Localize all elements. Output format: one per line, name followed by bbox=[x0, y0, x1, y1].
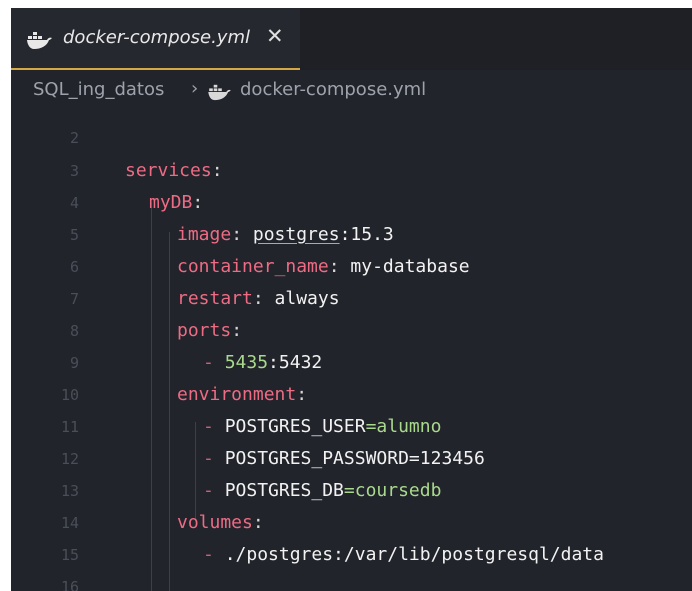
code-text: - POSTGRES_DB=coursedb bbox=[203, 480, 442, 501]
code-line: 10 environment: bbox=[11, 379, 692, 411]
code-editor[interactable]: 2 3 services: 4 myDB: 5 image: postgres:… bbox=[11, 112, 692, 591]
env-var-name: POSTGRES_DB bbox=[224, 480, 344, 501]
yaml-value: always bbox=[274, 288, 340, 309]
yaml-key: ports bbox=[177, 320, 232, 341]
code-line: 13 - POSTGRES_DB=coursedb bbox=[11, 475, 692, 507]
tab-bar: docker-compose.yml ✕ bbox=[11, 8, 692, 70]
code-line: 6 container_name: my-database bbox=[11, 251, 692, 283]
yaml-value: my-database bbox=[350, 256, 470, 277]
line-number: 11 bbox=[60, 418, 79, 436]
line-number: 16 bbox=[60, 578, 79, 591]
code-line: 5 image: postgres:15.3 bbox=[11, 219, 692, 251]
line-number: 4 bbox=[69, 194, 79, 212]
yaml-key: container_name bbox=[177, 256, 329, 277]
code-text: - ./postgres:/var/lib/postgresql/data bbox=[203, 544, 604, 565]
code-line: 11 - POSTGRES_USER=alumno bbox=[11, 411, 692, 443]
code-text: ports: bbox=[177, 320, 243, 341]
code-text: environment: bbox=[177, 384, 308, 405]
code-line: 9 - 5435:5432 bbox=[11, 347, 692, 379]
code-text: volumes: bbox=[177, 512, 264, 533]
line-number: 8 bbox=[69, 322, 79, 340]
breadcrumb: SQL_ing_datos › docker-compose.yml bbox=[11, 70, 692, 112]
code-text: - POSTGRES_PASSWORD=123456 bbox=[203, 448, 485, 469]
line-number: 9 bbox=[69, 354, 79, 372]
code-line: 2 bbox=[11, 122, 692, 154]
line-number: 7 bbox=[69, 290, 79, 308]
yaml-key: volumes bbox=[177, 512, 253, 533]
line-number: 3 bbox=[69, 162, 79, 180]
code-line: 12 - POSTGRES_PASSWORD=123456 bbox=[11, 443, 692, 475]
env-var-name: POSTGRES_USER bbox=[224, 416, 366, 437]
chevron-right-icon: › bbox=[191, 78, 199, 99]
code-text: myDB: bbox=[149, 192, 204, 213]
close-icon[interactable]: ✕ bbox=[266, 24, 284, 48]
yaml-key: myDB bbox=[149, 192, 193, 213]
code-text: - POSTGRES_USER=alumno bbox=[203, 416, 442, 437]
yaml-key: services bbox=[125, 160, 212, 181]
code-text: container_name: my-database bbox=[177, 256, 470, 277]
line-number: 15 bbox=[60, 546, 79, 564]
code-line: 8 ports: bbox=[11, 315, 692, 347]
code-text: services: bbox=[125, 160, 223, 181]
breadcrumb-folder[interactable]: SQL_ing_datos bbox=[33, 79, 164, 100]
env-var-name: POSTGRES_PASSWORD bbox=[224, 448, 409, 469]
code-line: 7 restart: always bbox=[11, 283, 692, 315]
code-line: 3 services: bbox=[11, 155, 692, 187]
editor-window: docker-compose.yml ✕ SQL_ing_datos › doc… bbox=[11, 8, 692, 591]
line-number: 12 bbox=[60, 450, 79, 468]
yaml-value: 15.3 bbox=[350, 224, 394, 245]
yaml-value: 5432 bbox=[278, 352, 323, 373]
line-number: 10 bbox=[60, 386, 79, 404]
yaml-key: environment bbox=[177, 384, 297, 405]
code-text: image: postgres:15.3 bbox=[177, 224, 394, 245]
line-number: 5 bbox=[69, 226, 79, 244]
docker-icon bbox=[208, 84, 231, 101]
code-line: 4 myDB: bbox=[11, 187, 692, 219]
line-number: 13 bbox=[60, 482, 79, 500]
code-text: - 5435:5432 bbox=[203, 352, 323, 373]
env-var-value: coursedb bbox=[354, 480, 442, 501]
env-var-value: 123456 bbox=[419, 448, 485, 469]
yaml-value: 5435 bbox=[224, 352, 269, 373]
line-number: 2 bbox=[69, 129, 79, 147]
tab-label: docker-compose.yml bbox=[63, 27, 250, 48]
code-line: 15 - ./postgres:/var/lib/postgresql/data bbox=[11, 539, 692, 571]
env-var-value: alumno bbox=[376, 416, 442, 437]
breadcrumb-file[interactable]: docker-compose.yml bbox=[240, 79, 426, 100]
tab-docker-compose[interactable]: docker-compose.yml ✕ bbox=[11, 8, 300, 70]
code-line: 16 bbox=[11, 571, 692, 591]
yaml-key: restart bbox=[177, 288, 253, 309]
code-text: restart: always bbox=[177, 288, 340, 309]
yaml-value: postgres bbox=[252, 224, 340, 245]
docker-icon bbox=[27, 32, 52, 49]
code-line: 14 volumes: bbox=[11, 507, 692, 539]
yaml-key: image bbox=[177, 224, 232, 245]
line-number: 14 bbox=[60, 514, 79, 532]
yaml-value: ./postgres:/var/lib/postgresql/data bbox=[224, 544, 604, 565]
line-number: 6 bbox=[69, 258, 79, 276]
